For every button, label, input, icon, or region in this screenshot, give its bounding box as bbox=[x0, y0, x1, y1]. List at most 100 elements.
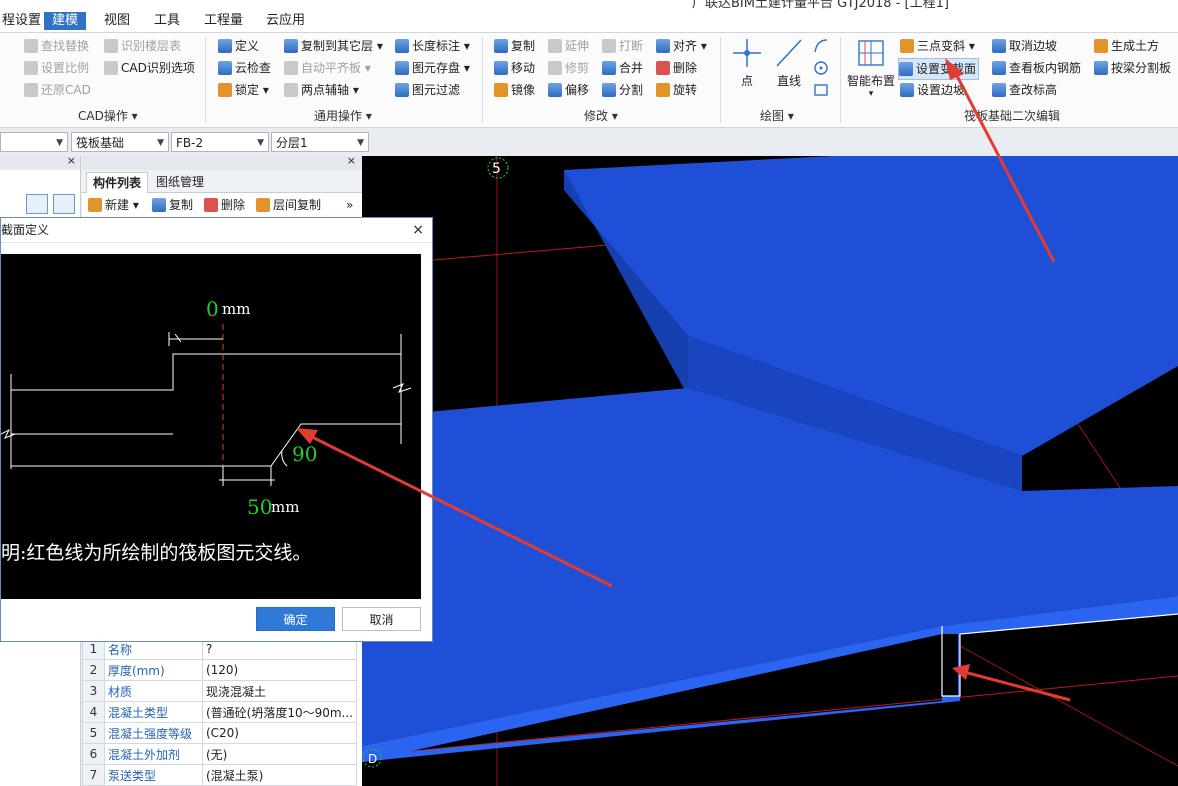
angle-value[interactable]: 90 bbox=[292, 442, 317, 466]
menu-project-settings[interactable]: 程设置 bbox=[0, 12, 49, 30]
split-button[interactable]: 分割 bbox=[602, 80, 643, 100]
table-row[interactable]: 2 厚度(mm) (120) bbox=[82, 659, 358, 681]
set-edge-slope-button[interactable]: 设置边坡 bbox=[900, 80, 965, 100]
table-row[interactable]: 3 材质 现浇混凝土 bbox=[82, 680, 358, 702]
layer-copy-button[interactable]: 层间复制 bbox=[256, 195, 321, 215]
3d-viewport[interactable]: 5 D bbox=[362, 156, 1178, 786]
view-slab-rebar-button[interactable]: 查看板内钢筋 bbox=[992, 58, 1081, 78]
bottom-offset-value[interactable]: 50 bbox=[247, 495, 272, 519]
circle-icon bbox=[814, 61, 828, 75]
cad-options-button[interactable]: CAD识别选项 bbox=[104, 58, 195, 78]
slab-model: 5 D bbox=[362, 156, 1178, 786]
restore-icon bbox=[24, 83, 38, 97]
cancel-button[interactable]: 取消 bbox=[342, 607, 421, 631]
copy-icon bbox=[494, 39, 508, 53]
smart-layout-button[interactable]: 智能布置 ▾ bbox=[846, 37, 896, 99]
beam-split-icon bbox=[1094, 61, 1108, 75]
tab-component-list[interactable]: 构件列表 bbox=[86, 172, 149, 193]
menu-quantities[interactable]: 工程量 bbox=[196, 12, 251, 30]
delete-tool-button[interactable]: 删除 bbox=[656, 58, 697, 78]
draw-line-button[interactable]: 直线 bbox=[772, 37, 806, 89]
extend-button[interactable]: 延伸 bbox=[548, 36, 589, 56]
menu-modeling[interactable]: 建模 bbox=[44, 12, 87, 30]
offset-button[interactable]: 偏移 bbox=[548, 80, 589, 100]
merge-button[interactable]: 合并 bbox=[602, 58, 643, 78]
set-variable-section-button[interactable]: 设置变截面 bbox=[898, 58, 980, 80]
tab-drawing-manage[interactable]: 图纸管理 bbox=[150, 172, 210, 192]
auto-align-slab-button[interactable]: 自动平齐板 ▾ bbox=[284, 58, 371, 78]
set-scale-button[interactable]: 设置比例 bbox=[24, 58, 89, 78]
copy-tool-button[interactable]: 复制 bbox=[494, 36, 535, 56]
copy-button[interactable]: 复制 bbox=[152, 195, 193, 215]
restore-cad-button[interactable]: 还原CAD bbox=[24, 80, 91, 100]
smart-layout-dropdown: ▾ bbox=[868, 89, 874, 99]
circle-tool[interactable] bbox=[812, 59, 830, 80]
chevron-down-icon: ▼ bbox=[357, 138, 364, 148]
layer-copy-icon bbox=[256, 198, 270, 212]
menu-cloud[interactable]: 云应用 bbox=[258, 12, 313, 30]
close-icon[interactable]: × bbox=[412, 218, 424, 242]
identify-floor-table-button[interactable]: 识别楼层表 bbox=[104, 36, 181, 56]
group-label-draw[interactable]: 绘图 ▾ bbox=[760, 107, 794, 124]
separator bbox=[720, 37, 721, 123]
elevation-icon bbox=[992, 83, 1006, 97]
close-icon[interactable]: × bbox=[347, 154, 356, 167]
rebar-icon bbox=[992, 61, 1006, 75]
top-offset-value[interactable]: 0 bbox=[206, 297, 219, 321]
element-save-button[interactable]: 图元存盘 ▾ bbox=[395, 58, 470, 78]
section-preview: 0 mm 50 mm 90 明:红色线为所绘制的筏板图元交线。 bbox=[0, 254, 421, 599]
find-replace-button[interactable]: 查找替换 bbox=[24, 36, 89, 56]
component-selector[interactable]: FB-2 ▼ bbox=[171, 132, 269, 152]
table-row[interactable]: 5 混凝土强度等级 (C20) bbox=[82, 722, 358, 744]
floor-selector[interactable]: ▼ bbox=[0, 132, 68, 152]
chevron-down-icon: ▼ bbox=[56, 138, 63, 148]
cloud-check-button[interactable]: 云检查 bbox=[218, 58, 271, 78]
type-selector[interactable]: 筏板基础 ▼ bbox=[71, 132, 169, 152]
align-button[interactable]: 对齐 ▾ bbox=[656, 36, 707, 56]
find-icon bbox=[24, 39, 38, 53]
extend-icon bbox=[548, 39, 562, 53]
table-row[interactable]: 6 混凝土外加剂 (无) bbox=[82, 743, 358, 765]
split-by-beam-button[interactable]: 按梁分割板 bbox=[1094, 58, 1171, 78]
more-button[interactable]: » bbox=[346, 195, 353, 215]
mirror-button[interactable]: 镜像 bbox=[494, 80, 535, 100]
drawing-note: 明:红色线为所绘制的筏板图元交线。 bbox=[1, 542, 311, 564]
define-button[interactable]: 定义 bbox=[218, 36, 259, 56]
table-row[interactable]: 7 泵送类型 (混凝土泵) bbox=[82, 764, 358, 786]
two-point-axis-button[interactable]: 两点辅轴 ▾ bbox=[284, 80, 359, 100]
menu-view[interactable]: 视图 bbox=[96, 12, 138, 30]
element-filter-button[interactable]: 图元过滤 bbox=[395, 80, 460, 100]
group-label-cad[interactable]: CAD操作 ▾ bbox=[78, 107, 138, 124]
close-icon[interactable]: × bbox=[67, 154, 76, 167]
table-row[interactable]: 4 混凝土类型 (普通砼(坍落度10～90m... bbox=[82, 701, 358, 723]
rect-tool[interactable] bbox=[812, 81, 830, 102]
grid-view-icon[interactable] bbox=[53, 194, 75, 214]
move-button[interactable]: 移动 bbox=[494, 58, 535, 78]
group-label-modify[interactable]: 修改 ▾ bbox=[584, 107, 618, 124]
lock-button[interactable]: 锁定 ▾ bbox=[218, 80, 269, 100]
cad-icon bbox=[104, 61, 118, 75]
group-label-common[interactable]: 通用操作 ▾ bbox=[314, 107, 372, 124]
layer-selector[interactable]: 分层1 ▼ bbox=[271, 132, 369, 152]
group-label-raft: 筏板基础二次编辑 bbox=[964, 109, 1061, 123]
scale-icon bbox=[24, 61, 38, 75]
check-elevation-button[interactable]: 查改标高 bbox=[992, 80, 1057, 100]
rotate-button[interactable]: 旋转 bbox=[656, 80, 697, 100]
menu-tools[interactable]: 工具 bbox=[146, 12, 188, 30]
list-view-icon[interactable] bbox=[26, 194, 48, 214]
arc-tool[interactable] bbox=[812, 37, 830, 58]
generate-earthwork-button[interactable]: 生成土方 bbox=[1094, 36, 1159, 56]
delete-button[interactable]: 删除 bbox=[204, 195, 245, 215]
cancel-slope-button[interactable]: 取消边坡 bbox=[992, 36, 1057, 56]
break-button[interactable]: 打断 bbox=[602, 36, 643, 56]
ok-button[interactable]: 确定 bbox=[256, 607, 335, 631]
three-point-slope-button[interactable]: 三点变斜 ▾ bbox=[900, 36, 975, 56]
draw-point-button[interactable]: 点 bbox=[730, 37, 764, 89]
section-drawing: 0 mm 50 mm 90 明:红色线为所绘制的筏板图元交线。 bbox=[0, 297, 412, 564]
trim-button[interactable]: 修剪 bbox=[548, 58, 589, 78]
new-button[interactable]: 新建 ▾ bbox=[88, 195, 139, 215]
arc-icon bbox=[814, 39, 828, 53]
copy-to-layer-button[interactable]: 复制到其它层 ▾ bbox=[284, 36, 383, 56]
length-dimension-button[interactable]: 长度标注 ▾ bbox=[395, 36, 470, 56]
save-icon bbox=[395, 61, 409, 75]
